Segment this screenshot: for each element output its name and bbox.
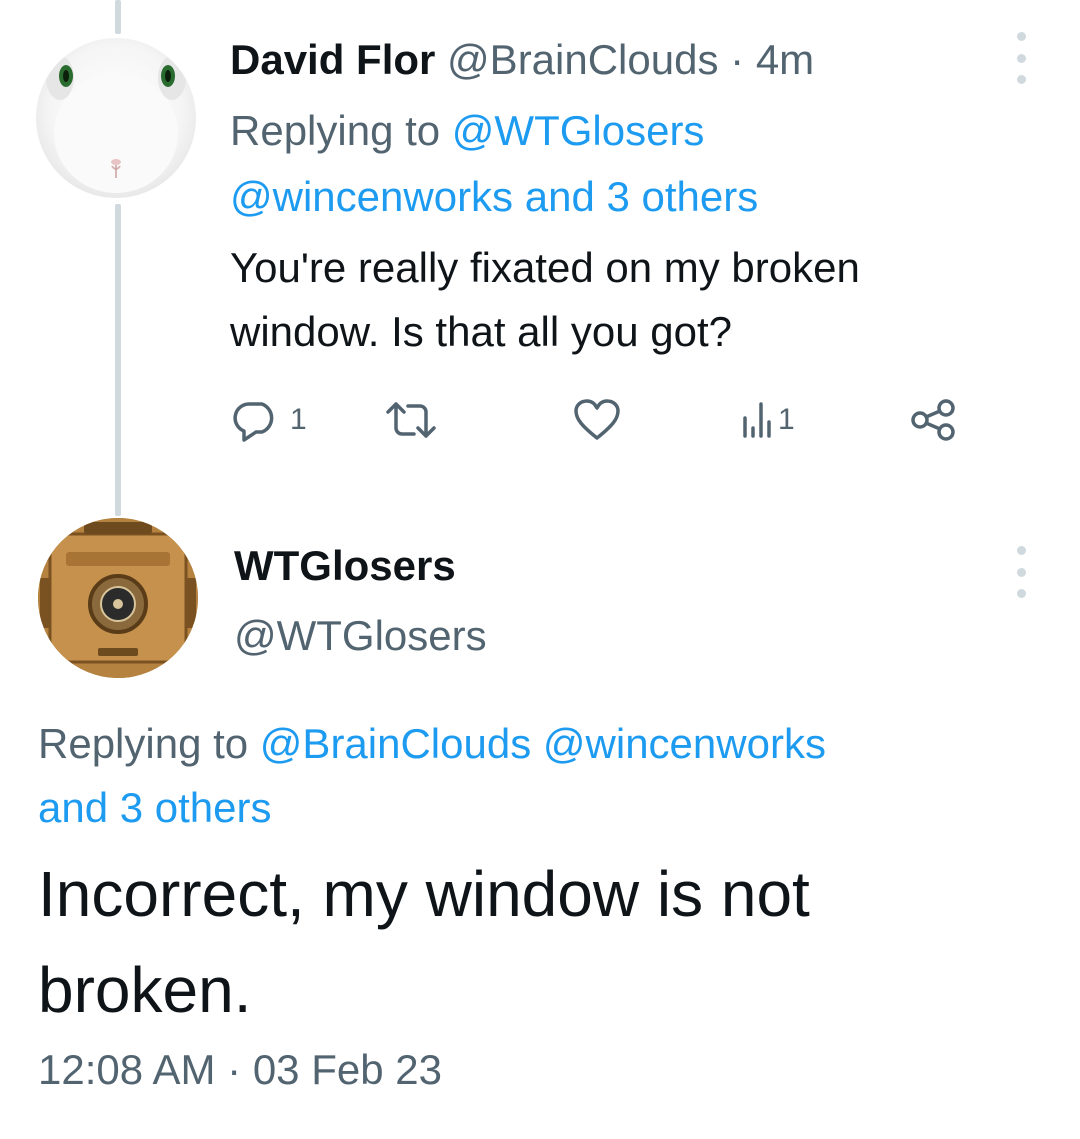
more-options-icon[interactable]	[1006, 546, 1036, 598]
views-button[interactable]: 1	[740, 392, 795, 448]
tweet-text-line: window. Is that all you got?	[230, 308, 732, 355]
separator-dot: ·	[730, 36, 745, 83]
user-handle[interactable]: @BrainClouds	[447, 36, 718, 83]
tweet-timestamp[interactable]: 12:08 AM · 03 Feb 23	[38, 1040, 442, 1100]
time-ago[interactable]: 4m	[756, 36, 814, 83]
display-name[interactable]: David Flor	[230, 36, 435, 83]
heart-icon	[574, 399, 620, 440]
reply-button[interactable]: 1	[232, 392, 307, 448]
thread-connector	[115, 204, 121, 516]
more-dot	[1016, 32, 1026, 41]
reply-mention-link[interactable]: @BrainClouds	[260, 720, 531, 767]
more-dot	[1016, 546, 1026, 555]
views-icon	[743, 402, 771, 438]
thread-connector-top	[115, 0, 121, 34]
reply-others-link[interactable]: and 3 others	[38, 784, 272, 831]
reply-mention-link[interactable]: @wincenworks	[543, 720, 826, 767]
tweet-text-line: You're really fixated on my broken	[230, 244, 860, 291]
reply-others-link[interactable]: and 3 others	[525, 173, 759, 220]
tweet-date: 03 Feb 23	[252, 1046, 442, 1093]
tweet-actions-bar: 1 1	[232, 392, 972, 452]
more-dot	[1016, 567, 1026, 577]
tweet-text-line: broken.	[38, 954, 252, 1026]
user-handle[interactable]: @WTGlosers	[234, 608, 487, 664]
share-button[interactable]	[908, 392, 960, 448]
replying-to: Replying to @BrainClouds @wincenworks an…	[38, 712, 1038, 840]
tweet-text: You're really fixated on my broken windo…	[230, 236, 1010, 364]
reply-count: 1	[290, 403, 307, 436]
avatar-wtglosers[interactable]	[38, 518, 198, 678]
white-rabbit-avatar-image	[46, 56, 186, 193]
reply-mention-link[interactable]: @WTGlosers	[452, 107, 705, 154]
more-dot	[1016, 75, 1026, 84]
tweet-time: 12:08 AM	[38, 1046, 216, 1093]
replying-to-label: Replying to	[230, 107, 441, 154]
replying-to-label: Replying to	[38, 720, 249, 767]
more-options-icon[interactable]	[1006, 32, 1036, 84]
tweet-text: Incorrect, my window is not broken.	[38, 846, 1038, 1038]
retweet-icon	[386, 402, 436, 438]
more-dot	[1016, 589, 1026, 598]
replying-to: Replying to @WTGlosers @wincenworks and …	[230, 98, 990, 230]
tweet-text-line: Incorrect, my window is not	[38, 858, 810, 930]
views-count: 1	[778, 403, 795, 436]
share-icon	[911, 399, 955, 441]
separator-dot: ·	[227, 1046, 242, 1093]
tweet-header: David Flor @BrainClouds · 4m	[230, 34, 814, 86]
avatar-david-flor[interactable]	[36, 38, 196, 198]
reply-icon	[233, 402, 274, 442]
book-cover-avatar-image	[38, 518, 198, 678]
display-name[interactable]: WTGlosers	[234, 538, 456, 594]
retweet-button[interactable]	[382, 392, 440, 448]
reply-mention-link[interactable]: @wincenworks	[230, 173, 513, 220]
like-button[interactable]	[572, 392, 622, 448]
more-dot	[1016, 53, 1026, 63]
